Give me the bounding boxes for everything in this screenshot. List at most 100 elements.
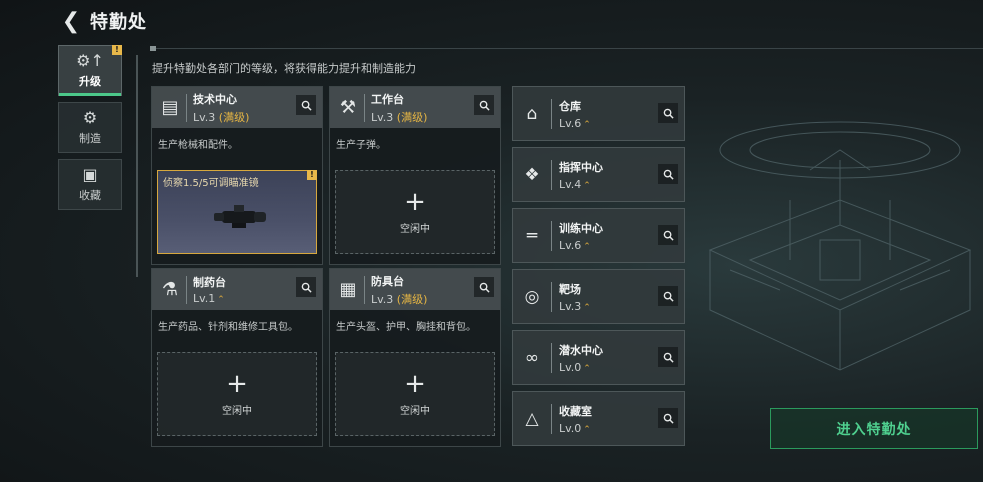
warehouse-icon: ⌂ [526, 103, 538, 124]
sidebar-rail [136, 55, 138, 277]
sidebar-item-upgrade[interactable]: ! ⚙↑ 升级 [58, 45, 122, 96]
card-header: ▦ 防具台 Lv.3 (满级) [330, 269, 500, 310]
microscope-icon: ⚗ [161, 279, 179, 300]
card-name: 制药台 [193, 276, 226, 289]
card-level: Lv.3 (满级) [193, 109, 249, 125]
divider [150, 46, 983, 51]
level-value: Lv.0 [559, 360, 582, 374]
search-icon[interactable] [474, 277, 494, 297]
diving-goggles-icon: ∞ [524, 347, 540, 368]
trophy-case-icon: △ [525, 408, 539, 429]
room-item-command-center[interactable]: ❖ 指挥中心 Lv.4 ⌃ [512, 147, 685, 202]
idle-slot[interactable]: + 空闲中 [335, 170, 495, 254]
card-header: ⚗ 制药台 Lv.1 ⌃ [152, 269, 322, 310]
separator [364, 275, 365, 304]
upgrade-arrow-icon: ⌃ [583, 180, 591, 191]
room-info: 训练中心 Lv.6 ⌃ [559, 220, 603, 252]
idle-slot[interactable]: + 空闲中 [157, 352, 317, 436]
scope-icon [214, 205, 266, 228]
room-info: 潜水中心 Lv.0 ⌃ [559, 342, 603, 374]
card-description: 生产头盔、护甲、胸挂和背包。 [336, 322, 476, 333]
armor-boxes-icon: ▦ [339, 279, 357, 300]
room-level: Lv.4 ⌃ [559, 178, 603, 191]
workstation-card-tech-center[interactable]: ▤ 技术中心 Lv.3 (满级) 生产枪械和配件。 侦察1.5/5可调瞄准镜 ! [151, 86, 323, 265]
search-icon[interactable] [296, 95, 316, 115]
workstation-card-armor[interactable]: ▦ 防具台 Lv.3 (满级) 生产头盔、护甲、胸挂和背包。 + 空闲中 [329, 268, 501, 447]
crafting-slot[interactable]: 侦察1.5/5可调瞄准镜 ! [157, 170, 317, 254]
search-icon[interactable] [658, 408, 678, 428]
card-title-block: 防具台 Lv.3 (满级) [371, 273, 427, 307]
sidebar-item-craft[interactable]: ⚙ 制造 [58, 102, 122, 153]
search-icon[interactable] [658, 347, 678, 367]
idle-slot[interactable]: + 空闲中 [335, 352, 495, 436]
sidebar-item-label: 制造 [79, 132, 101, 145]
level-value: Lv.6 [559, 116, 582, 130]
room-name: 收藏室 [559, 404, 592, 418]
room-item-training-center[interactable]: ═ 训练中心 Lv.6 ⌃ [512, 208, 685, 263]
sidebar-item-collection[interactable]: ▣ 收藏 [58, 159, 122, 210]
gears-icon: ⚙ [82, 108, 98, 127]
upgrade-arrow-icon: ⌃ [583, 241, 591, 252]
workstation-card-pharmacy[interactable]: ⚗ 制药台 Lv.1 ⌃ 生产药品、针剂和维修工具包。 + 空闲中 [151, 268, 323, 447]
plus-icon: + [404, 186, 426, 217]
maxed-tag: (满级) [396, 292, 428, 306]
maxed-tag: (满级) [396, 110, 428, 124]
separator [551, 220, 552, 251]
level-value: Lv.4 [559, 177, 582, 191]
sidebar-item-label: 收藏 [79, 189, 101, 202]
base-wireframe-illustration [708, 121, 972, 371]
separator [186, 275, 187, 304]
back-arrow-icon[interactable]: ❮ [60, 9, 82, 34]
search-icon[interactable] [474, 95, 494, 115]
separator [364, 93, 365, 122]
idle-label: 空闲中 [400, 405, 430, 417]
monitor-icon: ▤ [161, 97, 179, 118]
room-item-diving-center[interactable]: ∞ 潜水中心 Lv.0 ⌃ [512, 330, 685, 385]
enter-special-ops-button[interactable]: 进入特勤处 [770, 408, 978, 449]
room-level: Lv.0 ⌃ [559, 361, 603, 374]
card-title-block: 工作台 Lv.3 (满级) [371, 91, 427, 125]
command-chip-icon: ❖ [524, 164, 540, 185]
card-description: 生产药品、针剂和维修工具包。 [158, 322, 298, 333]
search-icon[interactable] [658, 225, 678, 245]
separator [551, 98, 552, 129]
plus-icon: + [404, 368, 426, 399]
room-name: 指挥中心 [559, 160, 603, 174]
level-value: Lv.3 [193, 110, 216, 124]
card-name: 工作台 [371, 92, 404, 106]
level-value: Lv.6 [559, 238, 582, 252]
room-info: 收藏室 Lv.0 ⌃ [559, 403, 592, 435]
target-icon: ◎ [524, 286, 540, 307]
search-icon[interactable] [658, 103, 678, 123]
upgrade-arrow-icon: ⌃ [583, 119, 591, 130]
sidebar: ! ⚙↑ 升级 ⚙ 制造 ▣ 收藏 [58, 45, 122, 216]
upgrade-icon: ⚙↑ [76, 51, 104, 70]
room-item-shooting-range[interactable]: ◎ 靶场 Lv.3 ⌃ [512, 269, 685, 324]
sidebar-item-label: 升级 [79, 75, 101, 88]
workstation-card-workbench[interactable]: ⚒ 工作台 Lv.3 (满级) 生产子弹。 + 空闲中 [329, 86, 501, 265]
separator [551, 159, 552, 190]
room-name: 潜水中心 [559, 343, 603, 357]
separator [551, 342, 552, 373]
search-icon[interactable] [296, 277, 316, 297]
search-icon[interactable] [658, 286, 678, 306]
room-name: 训练中心 [559, 221, 603, 235]
search-icon[interactable] [658, 164, 678, 184]
upgrade-arrow-icon: ⌃ [583, 424, 591, 435]
room-info: 仓库 Lv.6 ⌃ [559, 98, 591, 130]
card-level: Lv.3 (满级) [371, 291, 427, 307]
room-level: Lv.6 ⌃ [559, 239, 603, 252]
separator [186, 93, 187, 122]
separator [551, 403, 552, 434]
page-title: 特勤处 [90, 12, 147, 33]
room-item-collection-room[interactable]: △ 收藏室 Lv.0 ⌃ [512, 391, 685, 446]
room-level: Lv.0 ⌃ [559, 422, 592, 435]
idle-label: 空闲中 [400, 223, 430, 235]
dumbbell-icon: ═ [526, 225, 538, 246]
card-header: ⚒ 工作台 Lv.3 (满级) [330, 87, 500, 128]
upgrade-arrow-icon: ⌃ [583, 302, 591, 313]
room-item-warehouse[interactable]: ⌂ 仓库 Lv.6 ⌃ [512, 86, 685, 141]
maxed-tag: (满级) [218, 110, 250, 124]
card-title-block: 制药台 Lv.1 ⌃ [193, 274, 226, 305]
card-level: Lv.1 ⌃ [193, 292, 226, 305]
